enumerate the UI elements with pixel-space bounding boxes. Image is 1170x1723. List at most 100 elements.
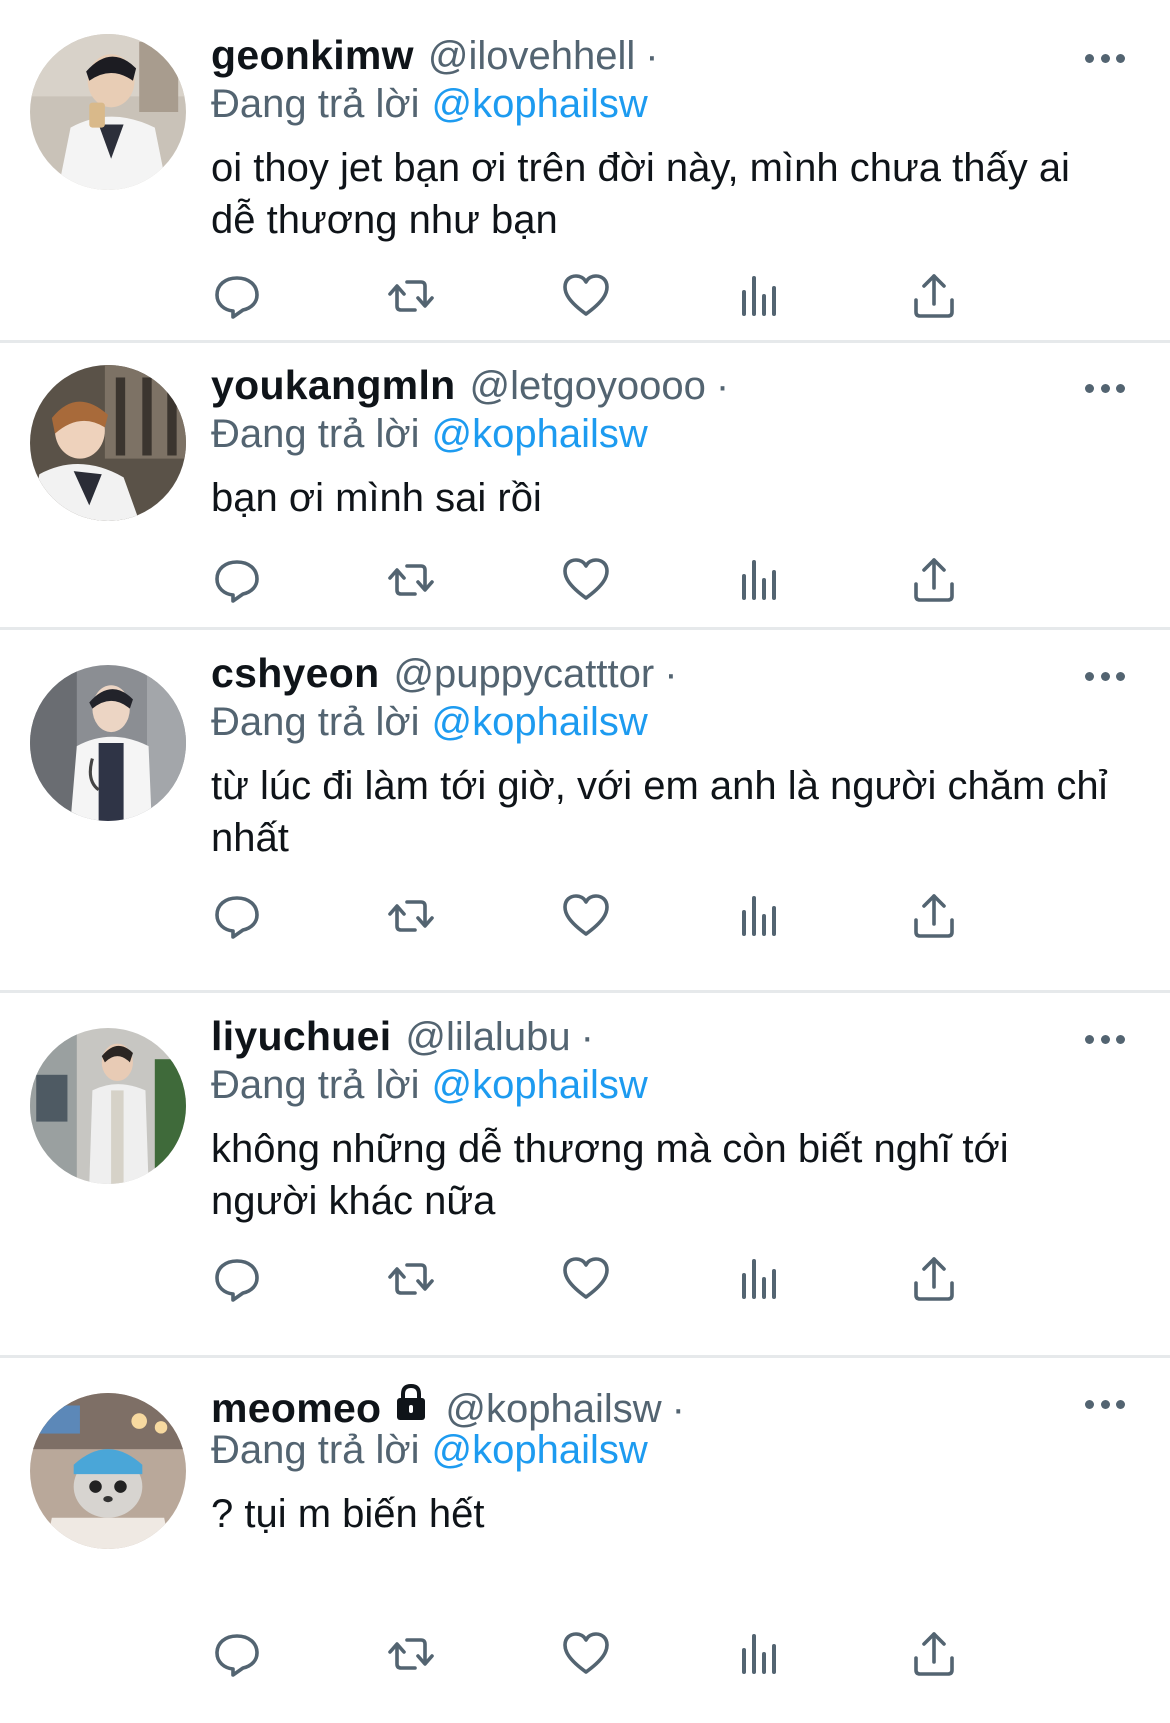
- mention-link[interactable]: @kophailsw: [432, 700, 648, 744]
- analytics-icon: [734, 554, 786, 606]
- user-handle[interactable]: @kophailsw: [445, 1387, 661, 1432]
- like-icon: [560, 270, 612, 322]
- tweet-header: geonkimw @ilovehhell ·: [211, 32, 659, 86]
- avatar-photo: [30, 665, 186, 821]
- display-name[interactable]: geonkimw: [211, 32, 414, 79]
- avatar[interactable]: [30, 1393, 186, 1549]
- retweet-button[interactable]: [385, 1253, 437, 1305]
- share-button[interactable]: [908, 1628, 960, 1680]
- analytics-button[interactable]: [734, 554, 786, 606]
- dot: [1100, 671, 1110, 681]
- dot: [1116, 671, 1125, 681]
- user-handle[interactable]: @lilalubu: [405, 1015, 570, 1060]
- like-button[interactable]: [560, 270, 612, 322]
- like-icon: [560, 890, 612, 942]
- retweet-button[interactable]: [385, 554, 437, 606]
- avatar[interactable]: [30, 1028, 186, 1184]
- avatar[interactable]: [30, 665, 186, 821]
- retweet-icon: [385, 890, 437, 942]
- display-name[interactable]: meomeo: [211, 1385, 381, 1432]
- mention-link[interactable]: @kophailsw: [432, 82, 648, 126]
- mention-link[interactable]: @kophailsw: [432, 1428, 648, 1472]
- tweet[interactable]: liyuchuei @lilalubu · Đang trả lời @kopha…: [0, 993, 1170, 1358]
- analytics-button[interactable]: [734, 1253, 786, 1305]
- share-button[interactable]: [908, 270, 960, 322]
- replying-to-line: Đang trả lời @kophailsw: [211, 700, 648, 745]
- reply-button[interactable]: [211, 890, 263, 942]
- retweet-button[interactable]: [385, 890, 437, 942]
- retweet-icon: [385, 1628, 437, 1680]
- user-handle[interactable]: @letgoyoooo: [469, 364, 705, 409]
- more-options-button[interactable]: [1085, 382, 1125, 394]
- reply-icon: [211, 1253, 263, 1305]
- replying-to-label: Đang trả lời: [211, 1428, 420, 1472]
- tweet-actions: [211, 890, 1031, 942]
- share-button[interactable]: [908, 554, 960, 606]
- like-button[interactable]: [560, 1253, 612, 1305]
- share-icon: [908, 1628, 960, 1680]
- reply-button[interactable]: [211, 1628, 263, 1680]
- more-options-button[interactable]: [1085, 670, 1125, 682]
- tweet[interactable]: meomeo @kophailsw · Đang trả lời @kophail…: [0, 1358, 1170, 1723]
- retweet-button[interactable]: [385, 270, 437, 322]
- avatar-photo: [30, 34, 186, 190]
- share-icon: [908, 270, 960, 322]
- display-name[interactable]: cshyeon: [211, 650, 379, 697]
- retweet-icon: [385, 554, 437, 606]
- avatar-photo: [30, 1393, 186, 1549]
- analytics-button[interactable]: [734, 890, 786, 942]
- share-button[interactable]: [908, 890, 960, 942]
- like-button[interactable]: [560, 890, 612, 942]
- analytics-icon: [734, 1628, 786, 1680]
- reply-button[interactable]: [211, 1253, 263, 1305]
- analytics-button[interactable]: [734, 270, 786, 322]
- tweet-header: cshyeon @puppycatttor ·: [211, 650, 678, 704]
- replying-to-line: Đang trả lời @kophailsw: [211, 1063, 648, 1108]
- avatar-photo: [30, 1028, 186, 1184]
- dot: [1116, 383, 1125, 393]
- share-icon: [908, 554, 960, 606]
- share-icon: [908, 1253, 960, 1305]
- tweet-text: oi thoy jet bạn ơi trên đời này, mình ch…: [211, 146, 1070, 242]
- tweet-actions: [211, 1253, 1031, 1305]
- display-name[interactable]: liyuchuei: [211, 1013, 391, 1060]
- tweet[interactable]: geonkimw @ilovehhell · Đang trả lời @koph…: [0, 0, 1170, 343]
- more-options-button[interactable]: [1085, 52, 1125, 64]
- tweet[interactable]: cshyeon @puppycatttor · Đang trả lời @kop…: [0, 630, 1170, 993]
- retweet-icon: [385, 270, 437, 322]
- reply-icon: [211, 890, 263, 942]
- mention-link[interactable]: @kophailsw: [432, 412, 648, 456]
- tweet-text: ? tụi m biến hết: [211, 1492, 485, 1536]
- reply-icon: [211, 1628, 263, 1680]
- reply-button[interactable]: [211, 554, 263, 606]
- dot: [1100, 53, 1110, 63]
- dot: [1116, 1034, 1125, 1044]
- more-horizontal-icon: [1085, 1034, 1094, 1044]
- analytics-button[interactable]: [734, 1628, 786, 1680]
- tweet[interactable]: youkangmln @letgoyoooo · Đang trả lời @ko…: [0, 343, 1170, 630]
- avatar-photo: [30, 365, 186, 521]
- reply-icon: [211, 270, 263, 322]
- dot: [1116, 1399, 1125, 1409]
- user-handle[interactable]: @ilovehhell: [428, 34, 635, 79]
- replying-to-label: Đang trả lời: [211, 412, 420, 456]
- reply-button[interactable]: [211, 270, 263, 322]
- like-button[interactable]: [560, 554, 612, 606]
- replying-to-label: Đang trả lời: [211, 1063, 420, 1107]
- share-icon: [908, 890, 960, 942]
- avatar[interactable]: [30, 34, 186, 190]
- mention-link[interactable]: @kophailsw: [432, 1063, 648, 1107]
- replying-to-label: Đang trả lời: [211, 700, 420, 744]
- display-name[interactable]: youkangmln: [211, 362, 455, 409]
- like-button[interactable]: [560, 1628, 612, 1680]
- more-options-button[interactable]: [1085, 1398, 1125, 1410]
- avatar[interactable]: [30, 365, 186, 521]
- share-button[interactable]: [908, 1253, 960, 1305]
- dot: [1116, 53, 1125, 63]
- more-horizontal-icon: [1085, 671, 1094, 681]
- analytics-icon: [734, 890, 786, 942]
- user-handle[interactable]: @puppycatttor: [393, 652, 654, 697]
- more-options-button[interactable]: [1085, 1033, 1125, 1045]
- more-horizontal-icon: [1085, 383, 1094, 393]
- retweet-button[interactable]: [385, 1628, 437, 1680]
